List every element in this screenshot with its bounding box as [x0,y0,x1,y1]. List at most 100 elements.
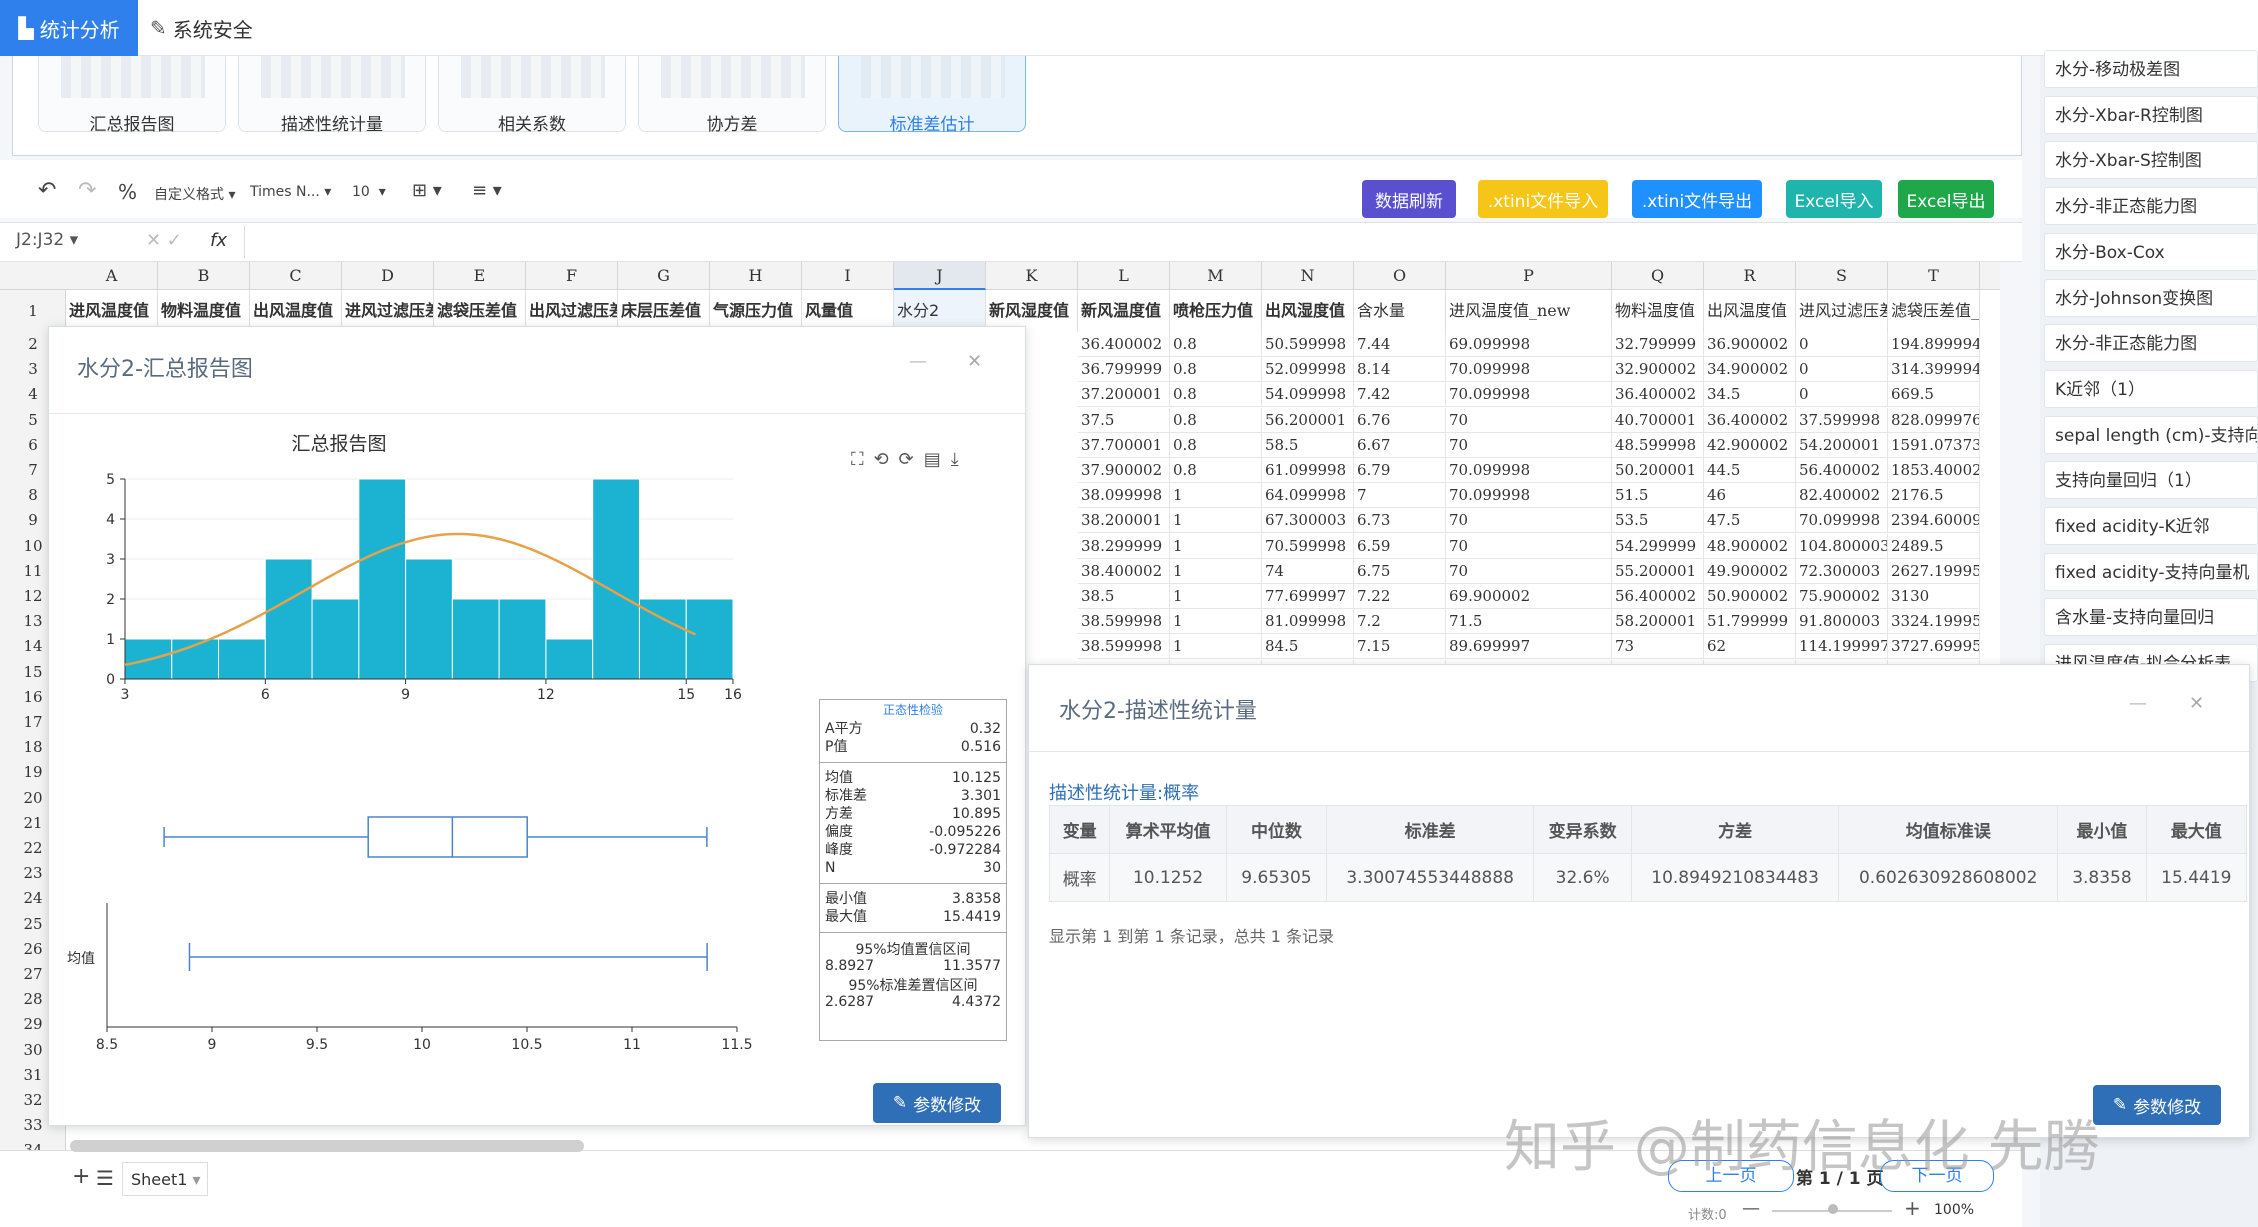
table-cell[interactable]: 70 [1446,432,1612,458]
table-cell[interactable]: 37.200001 [1078,382,1170,408]
add-sheet-icon[interactable]: + [72,1164,90,1189]
table-cell[interactable]: 37.599998 [1796,407,1888,433]
column-header[interactable]: F [526,262,618,290]
table-cell[interactable]: 55.200001 [1612,558,1704,584]
table-cell[interactable]: 7.15 [1354,634,1446,660]
table-cell[interactable]: 2489.5 [1888,533,1980,559]
column-header[interactable]: K [986,262,1078,290]
column-header[interactable]: T [1888,262,1980,290]
table-cell[interactable]: 54.099998 [1262,382,1354,408]
table-cell[interactable]: 50.900002 [1704,584,1796,609]
table-cell[interactable]: 6.59 [1354,533,1446,559]
table-cell[interactable]: 56.400002 [1796,458,1888,483]
table-cell[interactable]: 62 [1704,634,1796,660]
table-cell[interactable]: 1 [1170,533,1262,559]
column-header[interactable]: O [1354,262,1446,290]
column-header[interactable]: P [1446,262,1612,290]
table-cell[interactable]: 70.099998 [1796,508,1888,534]
column-header[interactable]: D [342,262,434,290]
column-header[interactable]: R [1704,262,1796,290]
table-cell[interactable]: 40.700001 [1612,407,1704,433]
sidebar-item[interactable]: sepal length (cm)-支持向量 [2044,415,2258,454]
table-cell[interactable]: 61.099998 [1262,458,1354,483]
table-cell[interactable]: 67.300003 [1262,508,1354,534]
table-cell[interactable]: 42.900002 [1704,432,1796,458]
formula-input[interactable] [244,226,2004,258]
table-cell[interactable]: 48.900002 [1704,533,1796,559]
undo-icon[interactable]: ↶ [38,178,56,203]
table-cell[interactable]: 38.099998 [1078,483,1170,509]
table-cell[interactable]: 46 [1704,483,1796,509]
tile-correlation[interactable]: 相关系数 [438,56,626,135]
column-header[interactable]: C [250,262,342,290]
align-icon[interactable]: ≡ ▾ [472,180,502,201]
table-cell[interactable]: 1 [1170,584,1262,609]
table-cell[interactable]: 38.400002 [1078,558,1170,584]
column-header[interactable]: S [1796,262,1888,290]
table-cell[interactable]: 114.199997 [1796,634,1888,660]
excel-import-button[interactable]: Excel导入 [1786,180,1882,218]
table-cell[interactable]: 56.200001 [1262,407,1354,433]
table-cell[interactable]: 2627.199951 [1888,558,1980,584]
table-cell[interactable]: 7 [1354,483,1446,509]
column-header[interactable]: B [158,262,250,290]
format-select[interactable]: 自定义格式 ▾ [154,184,235,204]
table-cell[interactable]: 84.5 [1262,634,1354,660]
table-cell[interactable]: 194.899994 [1888,332,1980,357]
cancel-icon[interactable]: ✕ ✓ [146,230,182,251]
header-cell[interactable]: 滤袋压差值_ [1888,290,1980,332]
table-cell[interactable]: 72.300003 [1796,558,1888,584]
table-cell[interactable]: 6.79 [1354,458,1446,483]
table-cell[interactable]: 104.800003 [1796,533,1888,559]
table-cell[interactable]: 3130 [1888,584,1980,609]
table-cell[interactable]: 69.900002 [1446,584,1612,609]
table-cell[interactable]: 38.200001 [1078,508,1170,534]
table-cell[interactable]: 37.900002 [1078,458,1170,483]
table-cell[interactable]: 77.699997 [1262,584,1354,609]
redo-icon[interactable]: ↷ [78,178,96,203]
table-cell[interactable]: 36.900002 [1704,332,1796,357]
zoom-handle[interactable] [1828,1204,1838,1214]
column-header[interactable]: N [1262,262,1354,290]
sheet-list-icon[interactable]: ☰ [96,1166,114,1190]
table-cell[interactable]: 0.8 [1170,407,1262,433]
table-cell[interactable]: 53.5 [1612,508,1704,534]
table-cell[interactable]: 3727.699951 [1888,634,1980,660]
table-cell[interactable]: 75.900002 [1796,584,1888,609]
table-cell[interactable]: 3324.199951 [1888,609,1980,635]
tab-statistics[interactable]: ▙ 统计分析 [0,0,138,56]
tile-summary-report[interactable]: 汇总报告图 [38,56,226,135]
sidebar-item[interactable]: 水分-非正态能力图 [2044,187,2258,226]
table-cell[interactable]: 81.099998 [1262,609,1354,635]
table-cell[interactable]: 34.900002 [1704,357,1796,383]
sidebar-item[interactable]: fixed acidity-K近邻 [2044,507,2258,545]
table-cell[interactable]: 44.5 [1704,458,1796,483]
table-cell[interactable]: 38.599998 [1078,634,1170,660]
table-cell[interactable]: 0.8 [1170,458,1262,483]
zoom-in-icon[interactable]: + [1904,1196,1921,1220]
table-cell[interactable]: 7.22 [1354,584,1446,609]
sidebar-item[interactable]: 水分-Xbar-R控制图 [2044,95,2258,134]
tile-descriptive-stats[interactable]: 描述性统计量 [238,56,426,135]
table-cell[interactable]: 70.099998 [1446,382,1612,408]
table-cell[interactable]: 6.76 [1354,407,1446,433]
table-cell[interactable]: 52.099998 [1262,357,1354,383]
percent-button[interactable]: % [118,180,137,204]
table-cell[interactable]: 2176.5 [1888,483,1980,509]
sidebar-item[interactable]: 水分-Johnson变换图 [2044,278,2258,317]
table-cell[interactable]: 36.400002 [1078,332,1170,357]
minimize-button[interactable]: — [2129,693,2147,714]
sidebar-item[interactable]: 水分-移动极差图 [2044,50,2258,88]
table-cell[interactable]: 34.5 [1704,382,1796,408]
table-cell[interactable]: 70.599998 [1262,533,1354,559]
table-cell[interactable]: 37.5 [1078,407,1170,433]
column-header[interactable]: Q [1612,262,1704,290]
tile-stddev-estimate[interactable]: 标准差估计 [838,56,1026,135]
table-cell[interactable]: 51.799999 [1704,609,1796,635]
font-size-select[interactable]: 10 ▾ [352,184,386,200]
table-cell[interactable]: 36.400002 [1704,407,1796,433]
table-cell[interactable]: 91.800003 [1796,609,1888,635]
table-cell[interactable]: 70.099998 [1446,357,1612,383]
table-cell[interactable]: 0 [1796,382,1888,408]
table-cell[interactable]: 0.8 [1170,332,1262,357]
